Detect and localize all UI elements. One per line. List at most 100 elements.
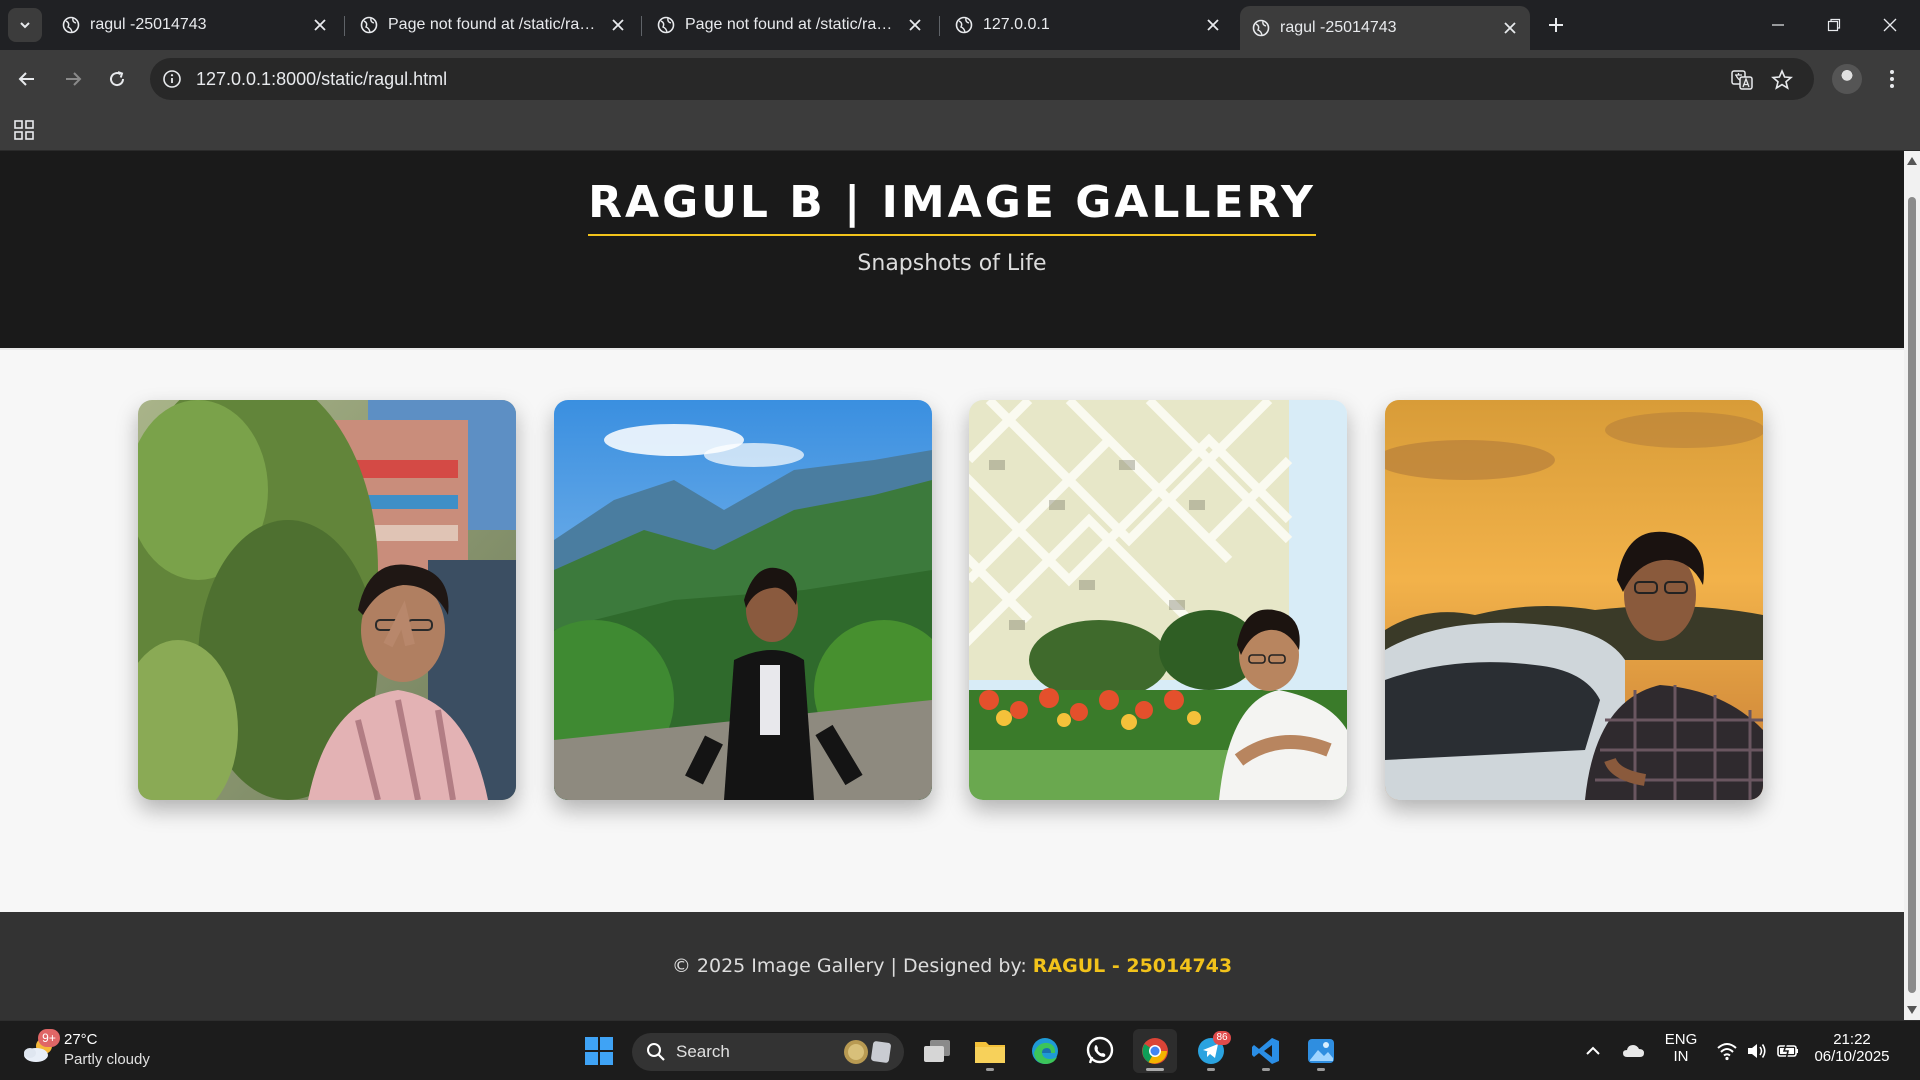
reload-icon: [110, 71, 125, 87]
address-bar[interactable]: 127.0.0.1:8000/static/ragul.html: [150, 58, 1814, 100]
translate-icon[interactable]: [1730, 68, 1754, 92]
vscode-icon: [1252, 1038, 1279, 1064]
battery-icon[interactable]: [1776, 1040, 1800, 1062]
close-icon[interactable]: [1502, 20, 1518, 36]
tab-separator: [641, 16, 642, 36]
browser-tab-4[interactable]: 127.0.0.1: [943, 8, 1233, 42]
chrome-button[interactable]: [1133, 1029, 1177, 1073]
wifi-icon[interactable]: [1716, 1040, 1738, 1062]
info-icon[interactable]: [162, 69, 182, 89]
volume-icon[interactable]: [1746, 1040, 1768, 1062]
tab-title: 127.0.0.1: [983, 16, 1050, 33]
running-indicator: [1317, 1068, 1325, 1071]
gallery-photo-2[interactable]: [554, 400, 932, 800]
vscode-button[interactable]: [1244, 1029, 1288, 1073]
scroll-up-arrow-icon[interactable]: [1907, 157, 1917, 165]
close-icon[interactable]: [312, 17, 328, 33]
task-view-button[interactable]: [915, 1029, 959, 1073]
footer-copyright: © 2025 Image Gallery | Designed by:: [671, 955, 1027, 977]
globe-icon: [657, 16, 675, 34]
plus-icon: [1549, 18, 1563, 32]
language-code: ENG: [1664, 1031, 1698, 1048]
browser-menu-button[interactable]: [1880, 62, 1904, 96]
weather-condition: Partly cloudy: [64, 1051, 150, 1068]
globe-icon: [62, 16, 80, 34]
more-vert-icon: [1890, 70, 1894, 88]
running-indicator: [1207, 1068, 1215, 1071]
reload-button[interactable]: [100, 62, 134, 96]
edge-icon: [1032, 1038, 1058, 1064]
scrollbar-thumb[interactable]: [1908, 197, 1916, 993]
scroll-down-arrow-icon[interactable]: [1907, 1006, 1917, 1014]
tab-title: ragul -25014743: [1280, 19, 1397, 36]
browser-tab-1[interactable]: ragul -25014743: [50, 8, 340, 42]
photo-building-portrait: [969, 400, 1347, 800]
browser-tab-5-active[interactable]: ragul -25014743: [1240, 6, 1530, 50]
file-explorer-button[interactable]: [968, 1029, 1012, 1073]
site-footer: © 2025 Image Gallery | Designed by: RAGU…: [0, 912, 1904, 1020]
tab-separator: [344, 16, 345, 36]
edge-button[interactable]: [1023, 1029, 1067, 1073]
globe-icon: [1252, 19, 1270, 37]
search-highlight-icon: [844, 1040, 891, 1064]
weather-widget[interactable]: 9+ 27°C Partly cloudy: [22, 1029, 182, 1073]
bookmark-star-icon[interactable]: [1770, 68, 1794, 92]
running-indicator: [1146, 1068, 1164, 1071]
onedrive-cloud-icon[interactable]: [1622, 1040, 1646, 1062]
globe-icon: [360, 16, 378, 34]
apps-grid-icon[interactable]: [12, 118, 36, 142]
arrow-left-icon: [18, 72, 34, 86]
profile-avatar[interactable]: [1832, 64, 1862, 94]
page-title-text: RAGUL B | IMAGE GALLERY: [588, 177, 1316, 236]
gallery-photo-4[interactable]: [1385, 400, 1763, 800]
footer-text: © 2025 Image Gallery | Designed by: RAGU…: [0, 955, 1904, 977]
chevron-down-icon: [20, 22, 30, 29]
weather-temperature: 27°C: [64, 1031, 98, 1048]
close-icon[interactable]: [1205, 17, 1221, 33]
page-viewport: RAGUL B | IMAGE GALLERY Snapshots of Lif…: [0, 151, 1904, 1020]
image-gallery: [0, 351, 1904, 863]
browser-tab-2[interactable]: Page not found at /static/ragul.: [348, 8, 638, 42]
whatsapp-button[interactable]: [1078, 1029, 1122, 1073]
page-scrollbar[interactable]: [1904, 151, 1920, 1020]
browser-tab-3[interactable]: Page not found at /static/ragul.: [645, 8, 935, 42]
chevron-up-icon[interactable]: [1582, 1040, 1604, 1062]
folder-icon: [975, 1042, 1005, 1063]
telegram-badge: 86: [1213, 1031, 1231, 1045]
clock-time: 21:22: [1833, 1031, 1871, 1048]
forward-button[interactable]: [56, 62, 90, 96]
restore-icon: [1827, 18, 1841, 32]
gallery-photo-3[interactable]: [969, 400, 1347, 800]
photo-plant-portrait: [138, 400, 516, 800]
language-indicator[interactable]: ENG IN: [1662, 1031, 1700, 1065]
notification-badge: 9+: [38, 1029, 60, 1047]
restore-button[interactable]: [1806, 0, 1862, 50]
start-button[interactable]: [577, 1029, 621, 1073]
bookmarks-bar: [0, 108, 1920, 151]
globe-icon: [955, 16, 973, 34]
tab-separator: [939, 16, 940, 36]
tab-search-button[interactable]: [8, 8, 42, 42]
url-text: 127.0.0.1:8000/static/ragul.html: [196, 69, 448, 89]
photos-app-button[interactable]: [1299, 1029, 1343, 1073]
close-icon[interactable]: [907, 17, 923, 33]
new-tab-button[interactable]: [1543, 12, 1569, 38]
browser-tab-strip: ragul -25014743 Page not found at /stati…: [0, 0, 1920, 50]
page-title: RAGUL B | IMAGE GALLERY: [0, 177, 1904, 236]
system-clock[interactable]: 21:22 06/10/2025: [1808, 1031, 1896, 1065]
gallery-photo-1[interactable]: [138, 400, 516, 800]
back-button[interactable]: [10, 62, 44, 96]
footer-author: RAGUL - 25014743: [1032, 955, 1233, 977]
language-region: IN: [1673, 1048, 1689, 1065]
whatsapp-icon: [1086, 1036, 1114, 1064]
search-label: Search: [676, 1042, 730, 1061]
minimize-button[interactable]: [1750, 0, 1806, 50]
running-indicator: [986, 1068, 994, 1071]
close-icon[interactable]: [610, 17, 626, 33]
tab-title: Page not found at /static/ragul.: [685, 16, 895, 33]
search-icon: [647, 1043, 665, 1061]
close-window-button[interactable]: [1862, 0, 1918, 50]
task-view-icon: [924, 1040, 950, 1062]
taskbar-search-box[interactable]: Search: [632, 1033, 904, 1071]
telegram-button[interactable]: 86: [1189, 1029, 1233, 1073]
